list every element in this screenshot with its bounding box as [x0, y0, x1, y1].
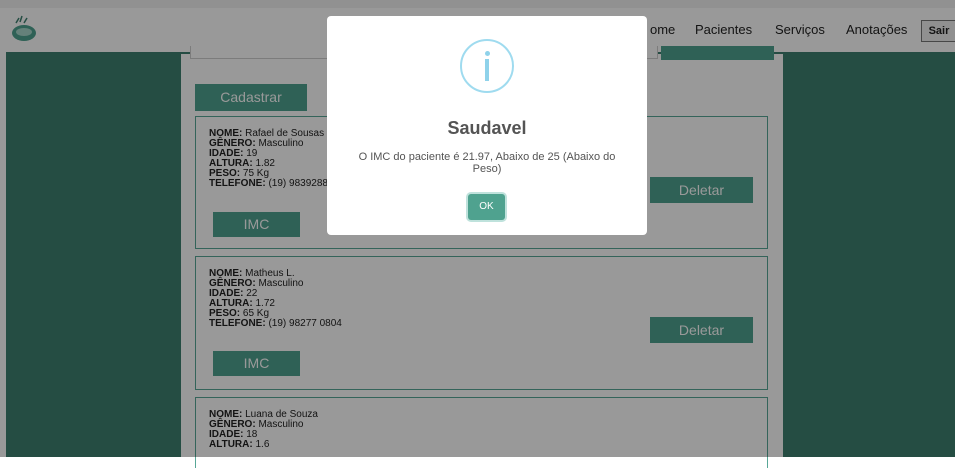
ok-button[interactable]: OK — [468, 194, 505, 220]
dialog-message: O IMC do paciente é 21.97, Abaixo de 25 … — [358, 151, 616, 175]
info-icon — [460, 39, 514, 93]
imc-result-dialog: Saudavel O IMC do paciente é 21.97, Abai… — [327, 16, 647, 235]
dialog-title: Saudavel — [447, 118, 527, 138]
